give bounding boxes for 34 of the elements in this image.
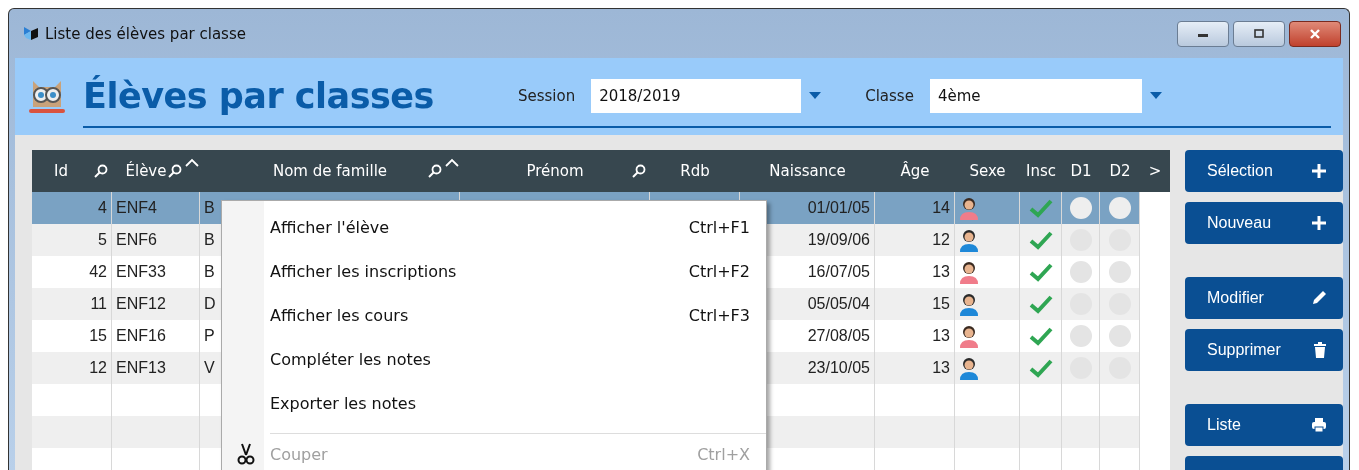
table-cell: 23/10/05 [807,359,870,377]
table-cell: B [204,199,215,217]
table-cell: D [204,295,216,313]
window-title: Liste des élèves par classe [45,24,246,43]
table-cell: 13 [932,263,950,281]
table-cell: 15 [89,327,107,345]
table-cell: 14 [932,199,950,217]
table-cell: P [204,327,215,345]
table-cell: B [204,263,215,281]
table-cell: V [204,359,215,377]
table-cell: 05/05/04 [807,295,870,313]
table-cell: ENF16 [116,327,166,345]
table-cell: ENF4 [116,199,157,217]
session-label: Session [517,86,576,105]
table-cell: 42 [89,263,107,281]
table-cell: B [204,231,215,249]
table-cell: 11 [90,295,107,313]
table-cell: 15 [932,295,950,313]
table-cell: 13 [932,359,950,377]
table-cell: 01/01/05 [807,199,870,217]
table-cell: ENF33 [116,263,166,281]
table-cell: 13 [932,327,950,345]
table-cell: 5 [98,231,107,249]
table-cell: 12 [932,231,950,249]
table-cell: 4 [98,199,107,217]
table-cell: ENF13 [116,359,166,377]
table-cell: ENF12 [116,295,166,313]
table-cell: 27/08/05 [807,327,870,345]
classe-label: Classe [865,86,914,105]
table-cell: ENF6 [116,231,157,249]
table-cell: 16/07/05 [807,263,870,281]
table-cell: 19/09/06 [807,231,870,249]
page-title: Élèves par classes [83,75,434,116]
table-cell: 12 [89,359,107,377]
